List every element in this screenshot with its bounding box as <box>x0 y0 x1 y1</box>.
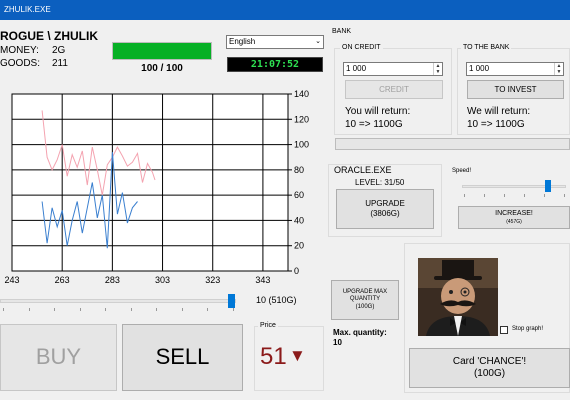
language-value: English <box>229 37 256 46</box>
chance-card-button[interactable]: Card 'CHANCE'! (100G) <box>409 348 570 388</box>
game-clock: 21:07:52 <box>227 57 323 72</box>
invest-title: TO THE BANK <box>461 44 512 51</box>
bank-title: BANK <box>332 28 352 35</box>
oracle-level: LEVEL: 31/50 <box>355 178 405 187</box>
chart-y-tick-label: 100 <box>294 140 309 150</box>
credit-return-label: You will return: <box>345 106 411 117</box>
invest-return-label: We will return: <box>467 106 531 117</box>
chart-y-tick-label: 140 <box>294 89 309 99</box>
window-title: ZHULIK.EXE <box>0 0 570 20</box>
goods-value: 211 <box>52 58 68 69</box>
slider-tick <box>504 194 505 197</box>
max-quantity-label: Max. quantity: <box>333 328 387 337</box>
speed-increase-cost: (457G) <box>506 218 522 225</box>
buy-button[interactable]: BUY <box>0 324 117 391</box>
credit-amount-value: 1 000 <box>346 64 367 73</box>
speed-label: Speed! <box>452 168 472 174</box>
oracle-upgrade-button[interactable]: UPGRADE (3806G) <box>336 189 434 229</box>
slider-tick <box>130 308 132 311</box>
chart-x-tick-label: 243 <box>4 275 19 285</box>
slider-tick <box>105 308 107 311</box>
slider-tick <box>233 308 234 311</box>
quantity-slider-thumb[interactable] <box>228 294 236 308</box>
speed-increase-label: INCREASE! <box>495 210 533 218</box>
chance-card-cost: (100G) <box>473 368 506 379</box>
invest-return-value: 10 => 1100G <box>467 119 525 130</box>
slider-tick <box>181 308 183 311</box>
slider-tick <box>156 308 158 311</box>
chart-y-tick-label: 80 <box>294 165 304 175</box>
slider-tick <box>464 194 465 197</box>
credit-button[interactable]: CREDIT <box>345 80 443 99</box>
quantity-value: 10 (510G) <box>256 295 297 305</box>
slider-tick <box>28 308 30 311</box>
credit-return-value: 10 => 1100G <box>345 119 403 130</box>
money-value: 2G <box>52 45 66 56</box>
stop-graph-checkbox[interactable] <box>500 326 508 334</box>
chart-y-tick-label: 60 <box>294 190 304 200</box>
character-portrait <box>418 258 498 336</box>
chart-y-tick-label: 20 <box>294 241 304 251</box>
credit-amount-input[interactable]: 1 000 ▲ ▼ <box>343 62 443 76</box>
goods-label: GOODS: <box>0 58 41 69</box>
invest-amount-value: 1 000 <box>469 64 490 73</box>
upgrade-quantity-line1: UPGRADE MAX <box>342 289 388 296</box>
quantity-slider-track[interactable] <box>0 299 236 303</box>
health-bar-fill <box>113 43 211 59</box>
price-down-arrow-icon: ▼ <box>289 346 306 365</box>
chart-x-tick-label: 323 <box>205 275 220 285</box>
chevron-down-icon: ⌄ <box>315 38 321 45</box>
price-chart: 243 263 283 303 323 343 0 20 40 60 80 100 120 140 <box>4 89 309 285</box>
player-name: ROGUE \ ZHULIK <box>0 29 98 43</box>
chart-x-tick-label: 263 <box>55 275 70 285</box>
spin-arrows-icon[interactable]: ▲ ▼ <box>554 63 563 75</box>
health-bar <box>112 42 212 60</box>
upgrade-quantity-line2: QUANTITY <box>349 296 381 303</box>
chart-x-tick-label: 343 <box>255 275 270 285</box>
chart-x-tick-label: 283 <box>105 275 120 285</box>
slider-tick <box>207 308 209 311</box>
slider-tick <box>564 194 565 197</box>
invest-button[interactable]: TO INVEST <box>467 80 564 99</box>
slider-tick <box>3 308 4 311</box>
sell-button[interactable]: SELL <box>122 324 243 391</box>
price-value: 51 <box>260 343 287 370</box>
invest-amount-input[interactable]: 1 000 ▲ ▼ <box>466 62 564 76</box>
oracle-upgrade-cost: (3806G) <box>370 209 400 218</box>
stop-graph-label: Stop graph! <box>512 326 544 332</box>
credit-title: ON CREDIT <box>340 44 383 51</box>
chart-y-tick-label: 40 <box>294 215 304 225</box>
chart-x-tick-label: 303 <box>155 275 170 285</box>
slider-tick <box>544 194 545 197</box>
upgrade-quantity-cost: (100G) <box>355 303 375 310</box>
chart-y-tick-label: 120 <box>294 114 309 124</box>
slider-tick <box>524 194 525 197</box>
bank-progress-bar <box>335 138 570 150</box>
money-label: MONEY: <box>0 45 39 56</box>
chart-y-tick-label: 0 <box>294 266 299 276</box>
slider-tick <box>484 194 485 197</box>
oracle-upgrade-label: UPGRADE <box>365 199 405 209</box>
chart-plot-area <box>11 93 289 272</box>
speed-increase-button[interactable]: INCREASE! (457G) <box>458 206 570 229</box>
max-quantity-value: 10 <box>333 338 342 347</box>
health-text: 100 / 100 <box>141 63 183 74</box>
chance-card-label: Card 'CHANCE'! <box>452 356 527 367</box>
upgrade-quantity-button[interactable]: UPGRADE MAX QUANTITY (100G) <box>331 280 399 320</box>
slider-tick <box>54 308 56 311</box>
spin-arrows-icon[interactable]: ▲ ▼ <box>433 63 442 75</box>
price-label: Price <box>258 322 278 329</box>
language-select[interactable]: English ⌄ <box>226 35 324 49</box>
slider-tick <box>79 308 81 311</box>
speed-slider-thumb[interactable] <box>545 180 552 192</box>
oracle-title: ORACLE.EXE <box>334 165 392 175</box>
